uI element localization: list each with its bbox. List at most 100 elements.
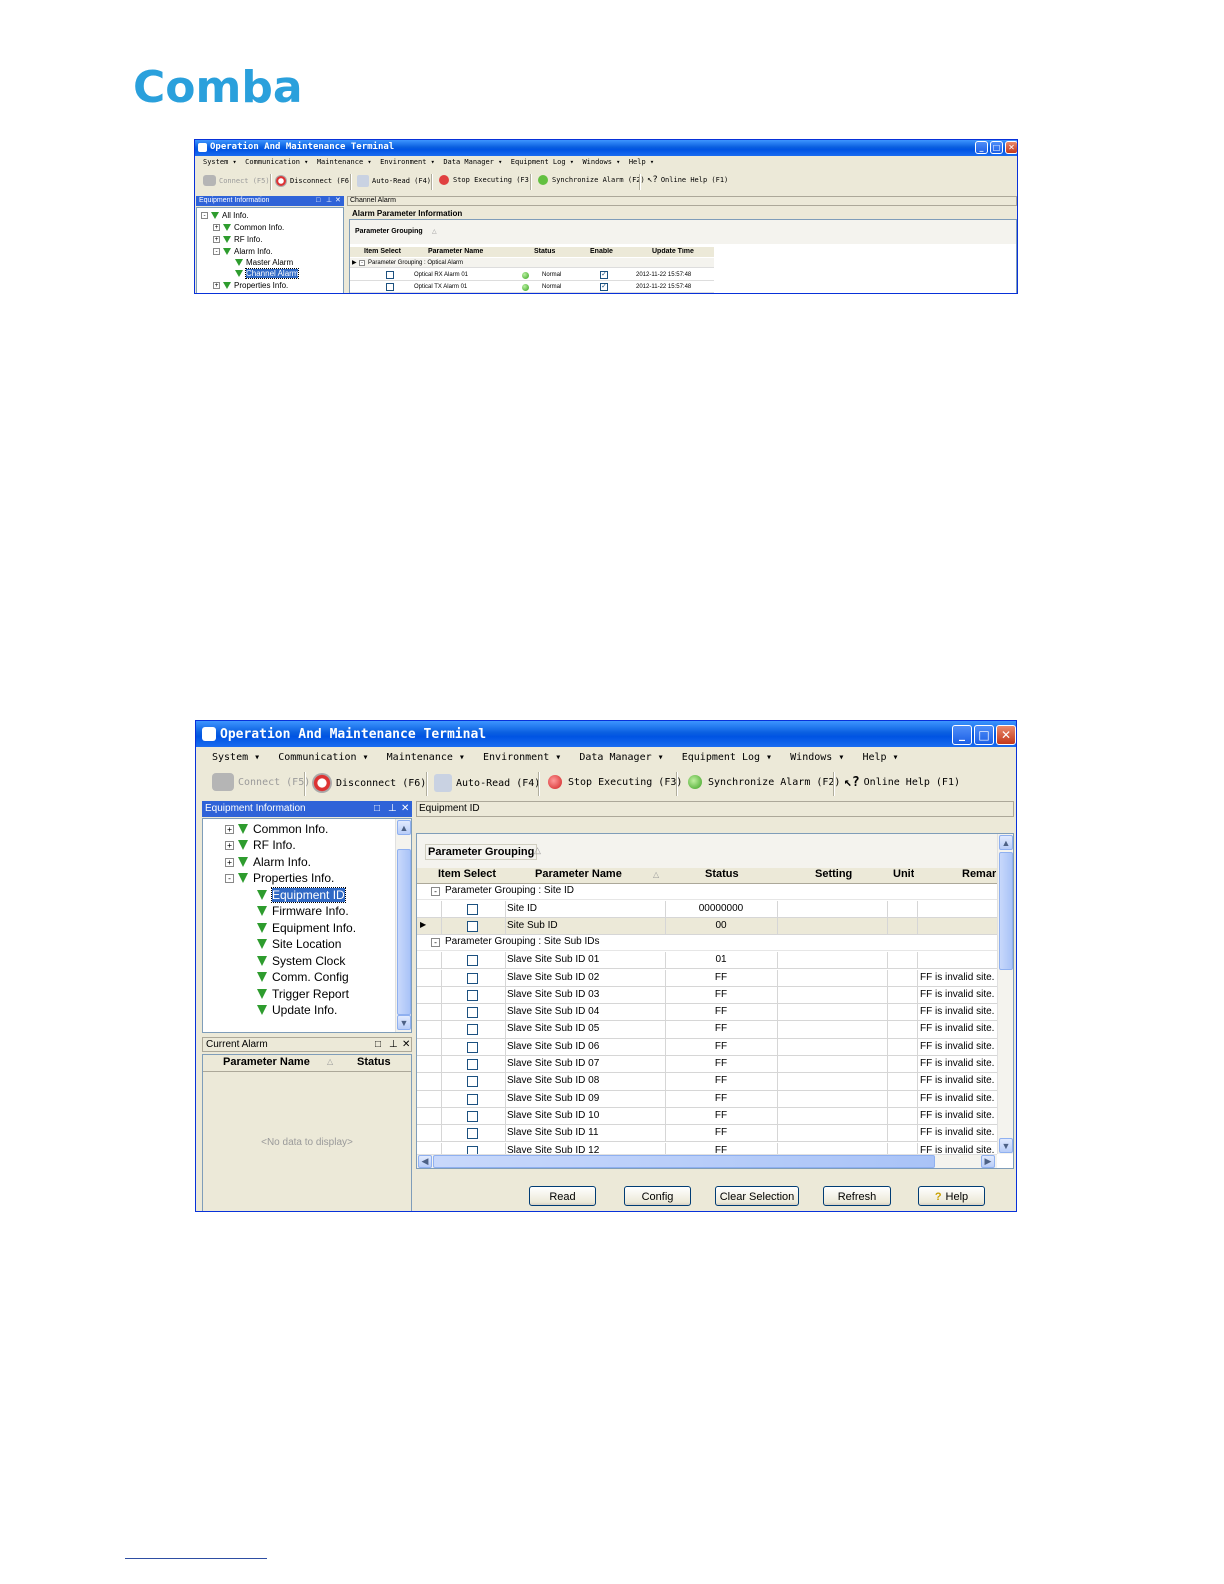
stop-executing-button[interactable]: Stop Executing (F3) — [439, 175, 533, 185]
panel-close-icon[interactable]: ✕ — [401, 801, 409, 817]
panel-close-icon[interactable]: ✕ — [402, 1038, 410, 1051]
scroll-down-arrow[interactable]: ▼ — [999, 1138, 1013, 1153]
menu-environment[interactable]: Environment ▾ — [380, 158, 439, 166]
collapse-icon[interactable]: - — [431, 938, 440, 948]
panel-dock-icon[interactable]: □ — [375, 1038, 381, 1051]
menu-maintenance[interactable]: Maintenance ▾ — [387, 749, 477, 767]
table-row[interactable]: Slave Site Sub ID 01 01 — [417, 952, 997, 970]
tree-node-alarm-info[interactable]: + Alarm Info. — [225, 855, 311, 869]
collapse-icon[interactable]: - — [359, 260, 365, 266]
panel-pin-icon[interactable]: ⊥ — [326, 196, 332, 206]
synchronize-alarm-button[interactable]: Synchronize Alarm (F2) — [538, 175, 645, 185]
tree-scrollbar[interactable]: ▲ ▼ — [395, 819, 411, 1032]
col-setting[interactable]: Setting — [815, 868, 852, 880]
item-select-checkbox[interactable] — [467, 1128, 478, 1140]
collapse-icon[interactable]: - — [213, 248, 220, 255]
panel-dock-icon[interactable]: □ — [374, 801, 380, 817]
col-unit[interactable]: Unit — [893, 868, 914, 880]
table-row[interactable]: Slave Site Sub ID 08 FF FF is invalid site… — [417, 1073, 997, 1091]
table-row[interactable]: Slave Site Sub ID 09 FF FF is invalid site… — [417, 1090, 997, 1108]
item-select-checkbox[interactable] — [467, 1145, 478, 1154]
tree-node-equipment-id[interactable]: Equipment ID — [257, 887, 346, 903]
tree-node-system-clock[interactable]: System Clock — [257, 954, 345, 968]
item-select-checkbox[interactable] — [467, 1076, 478, 1088]
tree-node-all-info[interactable]: - All Info. — [201, 211, 249, 220]
scroll-thumb[interactable] — [397, 849, 411, 1015]
auto-read-button[interactable]: Auto-Read (F4) — [357, 175, 431, 187]
tree-node-trigger-report[interactable]: Trigger Report — [257, 987, 349, 1001]
scroll-down-arrow[interactable]: ▼ — [397, 1015, 411, 1030]
grouping-label[interactable]: Parameter Grouping — [425, 844, 538, 860]
close-button[interactable]: ✕ — [996, 725, 1016, 745]
connect-button[interactable]: Connect (F5) — [203, 175, 270, 186]
col-remark[interactable]: Remar — [962, 868, 996, 880]
item-select-checkbox[interactable] — [467, 1024, 478, 1036]
table-row[interactable]: Slave Site Sub ID 02 FF FF is invalid site… — [417, 969, 997, 987]
expand-icon[interactable]: + — [225, 857, 234, 867]
expand-icon[interactable]: + — [225, 840, 234, 850]
tree-node-common-info[interactable]: + Common Info. — [213, 223, 284, 232]
item-select-checkbox[interactable] — [386, 283, 394, 291]
online-help-button[interactable]: ↖? Online Help (F1) — [647, 175, 728, 185]
scroll-left-arrow[interactable]: ◀ — [418, 1155, 432, 1168]
menu-help[interactable]: Help ▾ — [629, 158, 654, 166]
online-help-button[interactable]: ↖? Online Help (F1) — [844, 775, 960, 790]
col-status[interactable]: Status — [705, 868, 739, 880]
menu-data-manager[interactable]: Data Manager ▾ — [579, 749, 675, 767]
col-parameter-name[interactable]: Parameter Name — [428, 248, 483, 255]
maximize-button[interactable]: □ — [974, 725, 994, 745]
col-item-select[interactable]: Item Select — [364, 248, 401, 255]
menu-system[interactable]: System ▾ — [212, 749, 272, 767]
tree-node-site-location[interactable]: Site Location — [257, 937, 341, 951]
read-button[interactable]: Read — [529, 1186, 596, 1206]
expand-icon[interactable]: + — [225, 824, 234, 834]
table-row[interactable]: Slave Site Sub ID 10 FF FF is invalid site… — [417, 1107, 997, 1126]
menu-environment[interactable]: Environment ▾ — [483, 749, 573, 767]
minimize-button[interactable]: _ — [975, 141, 988, 154]
tree-node-rf-info[interactable]: + RF Info. — [225, 838, 296, 852]
table-row[interactable]: Slave Site Sub ID 04 FF FF is invalid site… — [417, 1004, 997, 1022]
tree-node-equipment-info[interactable]: Equipment Info. — [257, 921, 356, 935]
scroll-up-arrow[interactable]: ▲ — [999, 835, 1013, 850]
menu-windows[interactable]: Windows ▾ — [582, 158, 624, 166]
tree-node-rf-info[interactable]: + RF Info. — [213, 235, 262, 244]
config-button[interactable]: Config — [624, 1186, 691, 1206]
col-parameter-name[interactable]: Parameter Name — [223, 1056, 310, 1068]
panel-close-icon[interactable]: ✕ — [335, 196, 341, 206]
menu-windows[interactable]: Windows ▾ — [790, 749, 856, 767]
item-select-checkbox[interactable] — [467, 1041, 478, 1053]
menu-maintenance[interactable]: Maintenance ▾ — [317, 158, 376, 166]
maximize-button[interactable]: □ — [990, 141, 1003, 154]
tree-node-channel-alarm[interactable]: Channel Alarm — [235, 268, 300, 279]
tree-node-firmware-info[interactable]: Firmware Info. — [257, 904, 349, 918]
expand-icon[interactable]: + — [213, 282, 220, 289]
collapse-icon[interactable]: - — [225, 873, 234, 883]
collapse-icon[interactable]: - — [201, 212, 208, 219]
panel-pin-icon[interactable]: ⊥ — [389, 1038, 398, 1051]
table-row[interactable]: Slave Site Sub ID 11 FF FF is invalid site… — [417, 1125, 997, 1143]
menu-communication[interactable]: Communication ▾ — [245, 158, 312, 166]
table-row[interactable]: Slave Site Sub ID 06 FF FF is invalid site… — [417, 1038, 997, 1056]
disconnect-button[interactable]: Disconnect (F6) — [275, 175, 353, 187]
item-select-checkbox[interactable] — [467, 972, 478, 984]
synchronize-alarm-button[interactable]: Synchronize Alarm (F2) — [688, 775, 840, 789]
refresh-button[interactable]: Refresh — [823, 1186, 891, 1206]
tree-node-alarm-info[interactable]: - Alarm Info. — [213, 247, 273, 256]
item-select-checkbox[interactable] — [467, 1059, 478, 1070]
col-parameter-name[interactable]: Parameter Name — [535, 868, 622, 880]
item-select-checkbox[interactable] — [467, 921, 478, 933]
table-row[interactable]: ▶ Site Sub ID 00 — [417, 918, 997, 936]
help-button[interactable]: ? Help — [918, 1186, 985, 1206]
enable-checkbox[interactable]: ✓ — [600, 271, 608, 279]
menu-communication[interactable]: Communication ▾ — [278, 749, 380, 767]
item-select-checkbox[interactable] — [467, 989, 478, 1001]
item-select-checkbox[interactable] — [467, 1110, 478, 1122]
close-button[interactable]: ✕ — [1005, 141, 1017, 154]
item-select-checkbox[interactable] — [467, 1007, 478, 1019]
disconnect-button[interactable]: Disconnect (F6) — [312, 773, 426, 793]
menu-data-manager[interactable]: Data Manager ▾ — [443, 158, 506, 166]
col-update-time[interactable]: Update Time — [652, 248, 694, 255]
table-row[interactable]: Site ID 00000000 — [417, 900, 997, 919]
connect-button[interactable]: Connect (F5) — [212, 773, 310, 791]
minimize-button[interactable]: _ — [952, 725, 972, 745]
